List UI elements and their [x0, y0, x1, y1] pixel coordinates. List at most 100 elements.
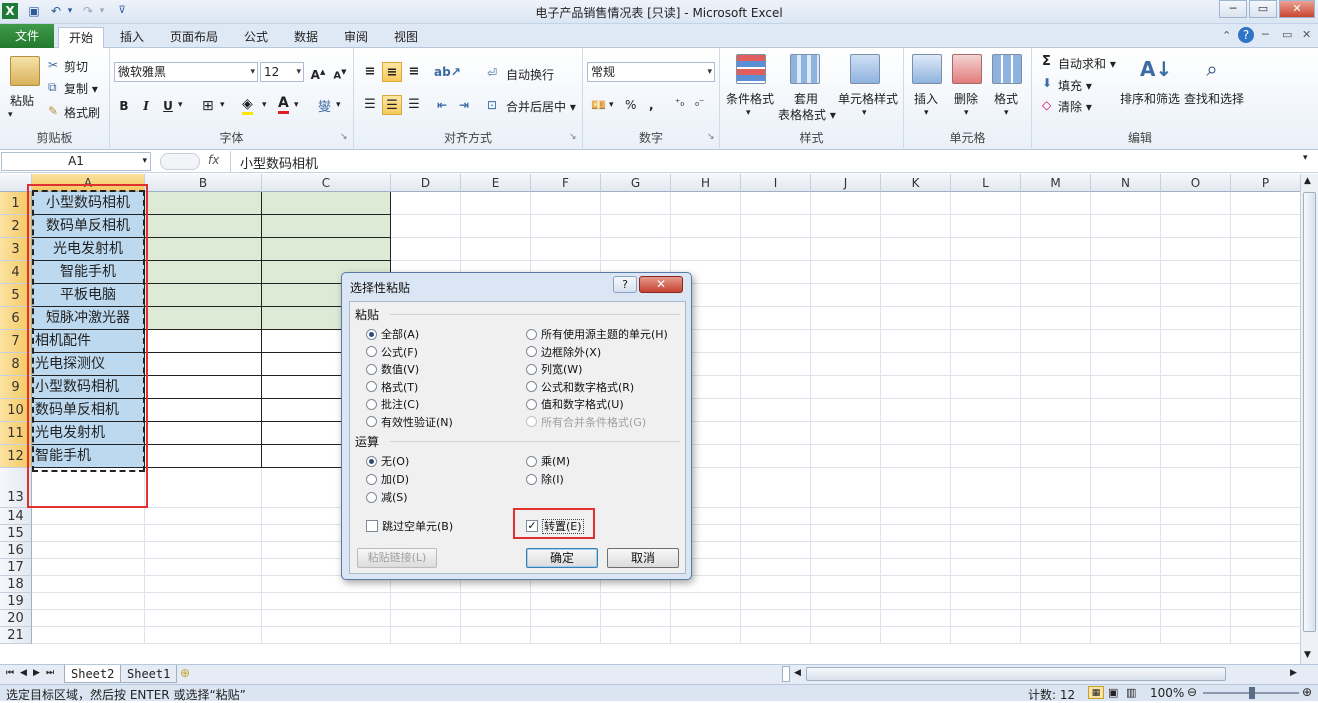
- format-as-table-button[interactable]: 表格格式 ▾: [778, 106, 836, 123]
- cell-d3[interactable]: [391, 238, 461, 261]
- cell-m18[interactable]: [1021, 576, 1091, 593]
- skip-blanks-box[interactable]: [366, 520, 378, 532]
- cell-n12[interactable]: [1091, 445, 1161, 468]
- fill-color-dropdown-icon[interactable]: ▾: [262, 100, 267, 110]
- cell-m14[interactable]: [1021, 508, 1091, 525]
- cell-i17[interactable]: [741, 559, 811, 576]
- paste-right-option-5[interactable]: 值和数字格式(U): [526, 396, 624, 412]
- cell-b19[interactable]: [145, 593, 262, 610]
- tab-page-layout[interactable]: 页面布局: [160, 27, 228, 48]
- format-button[interactable]: 格式: [994, 90, 1018, 107]
- cell-k9[interactable]: [881, 376, 951, 399]
- number-format-combo[interactable]: 常规 ▾: [587, 62, 715, 82]
- radio-button-icon[interactable]: [526, 473, 537, 485]
- cell-k20[interactable]: [881, 610, 951, 627]
- skip-blanks-checkbox[interactable]: 跳过空单元(B): [366, 518, 453, 534]
- cell-b4[interactable]: [145, 261, 262, 284]
- conditional-format-button[interactable]: 条件格式: [726, 90, 774, 107]
- cell-i18[interactable]: [741, 576, 811, 593]
- ok-button[interactable]: 确定: [526, 548, 598, 568]
- cell-b12[interactable]: [145, 445, 262, 468]
- column-header-f[interactable]: F: [531, 174, 601, 192]
- cell-k2[interactable]: [881, 215, 951, 238]
- cell-i20[interactable]: [741, 610, 811, 627]
- number-launcher-icon[interactable]: ↘: [707, 132, 715, 142]
- cell-d20[interactable]: [391, 610, 461, 627]
- cell-k15[interactable]: [881, 525, 951, 542]
- radio-button-icon[interactable]: [526, 455, 537, 467]
- cell-n7[interactable]: [1091, 330, 1161, 353]
- underline-button[interactable]: U: [158, 96, 178, 116]
- cell-l11[interactable]: [951, 422, 1021, 445]
- cell-p19[interactable]: [1231, 593, 1301, 610]
- cell-k7[interactable]: [881, 330, 951, 353]
- phonetic-icon[interactable]: 燮: [318, 96, 331, 115]
- increase-decimal-icon[interactable]: ⁺₀: [675, 98, 684, 109]
- cell-b11[interactable]: [145, 422, 262, 445]
- cell-b14[interactable]: [145, 508, 262, 525]
- bold-button[interactable]: B: [114, 96, 134, 116]
- row-header-14[interactable]: 14: [0, 508, 32, 525]
- autosum-button[interactable]: 自动求和 ▾: [1058, 55, 1116, 72]
- cell-j18[interactable]: [811, 576, 881, 593]
- column-header-b[interactable]: B: [145, 174, 262, 192]
- operation-right-option-1[interactable]: 乘(M): [526, 453, 570, 469]
- cell-m10[interactable]: [1021, 399, 1091, 422]
- tab-file[interactable]: 文件: [0, 24, 54, 48]
- cell-n14[interactable]: [1091, 508, 1161, 525]
- radio-button-icon[interactable]: [526, 346, 537, 357]
- cell-k12[interactable]: [881, 445, 951, 468]
- insert-sheet-icon[interactable]: ⊕: [180, 666, 190, 680]
- cell-b18[interactable]: [145, 576, 262, 593]
- prev-sheet-icon[interactable]: ◀: [20, 668, 27, 678]
- font-size-combo[interactable]: 12 ▾: [260, 62, 304, 82]
- row-header-19[interactable]: 19: [0, 593, 32, 610]
- page-layout-view-icon[interactable]: ▣: [1108, 686, 1118, 699]
- cell-b6[interactable]: [145, 307, 262, 330]
- row-header-18[interactable]: 18: [0, 576, 32, 593]
- cell-p10[interactable]: [1231, 399, 1301, 422]
- cell-p11[interactable]: [1231, 422, 1301, 445]
- name-box[interactable]: A1 ▾: [1, 152, 151, 171]
- collapse-ribbon-icon[interactable]: ⌃: [1222, 29, 1231, 42]
- cell-d2[interactable]: [391, 215, 461, 238]
- cell-p8[interactable]: [1231, 353, 1301, 376]
- cell-l17[interactable]: [951, 559, 1021, 576]
- radio-button-icon[interactable]: [366, 328, 377, 340]
- cell-n9[interactable]: [1091, 376, 1161, 399]
- cell-h1[interactable]: [671, 192, 741, 215]
- cell-p1[interactable]: [1231, 192, 1301, 215]
- align-bottom-icon[interactable]: ≡: [404, 62, 424, 82]
- row-header-16[interactable]: 16: [0, 542, 32, 559]
- cell-l3[interactable]: [951, 238, 1021, 261]
- row-header-21[interactable]: 21: [0, 627, 32, 644]
- cell-m19[interactable]: [1021, 593, 1091, 610]
- cell-k5[interactable]: [881, 284, 951, 307]
- cell-m5[interactable]: [1021, 284, 1091, 307]
- cell-a14[interactable]: [32, 508, 145, 525]
- cell-k19[interactable]: [881, 593, 951, 610]
- cell-m2[interactable]: [1021, 215, 1091, 238]
- cell-styles-dropdown-icon[interactable]: ▾: [862, 108, 867, 118]
- cell-f20[interactable]: [531, 610, 601, 627]
- cell-g1[interactable]: [601, 192, 671, 215]
- radio-button-icon[interactable]: [526, 328, 537, 340]
- cell-n5[interactable]: [1091, 284, 1161, 307]
- paste-right-option-3[interactable]: 列宽(W): [526, 361, 582, 377]
- cell-i14[interactable]: [741, 508, 811, 525]
- cell-k1[interactable]: [881, 192, 951, 215]
- cut-button[interactable]: 剪切: [64, 58, 88, 75]
- font-color-dropdown-icon[interactable]: ▾: [294, 100, 299, 110]
- cell-l2[interactable]: [951, 215, 1021, 238]
- cell-o3[interactable]: [1161, 238, 1231, 261]
- alignment-launcher-icon[interactable]: ↘: [569, 132, 577, 142]
- cell-o15[interactable]: [1161, 525, 1231, 542]
- tab-home[interactable]: 开始: [58, 27, 105, 48]
- scroll-down-icon[interactable]: ▼: [1304, 650, 1311, 660]
- cell-f21[interactable]: [531, 627, 601, 644]
- cell-i8[interactable]: [741, 353, 811, 376]
- cell-l19[interactable]: [951, 593, 1021, 610]
- cell-k11[interactable]: [881, 422, 951, 445]
- paste-button[interactable]: 粘贴: [10, 92, 34, 109]
- cell-h21[interactable]: [671, 627, 741, 644]
